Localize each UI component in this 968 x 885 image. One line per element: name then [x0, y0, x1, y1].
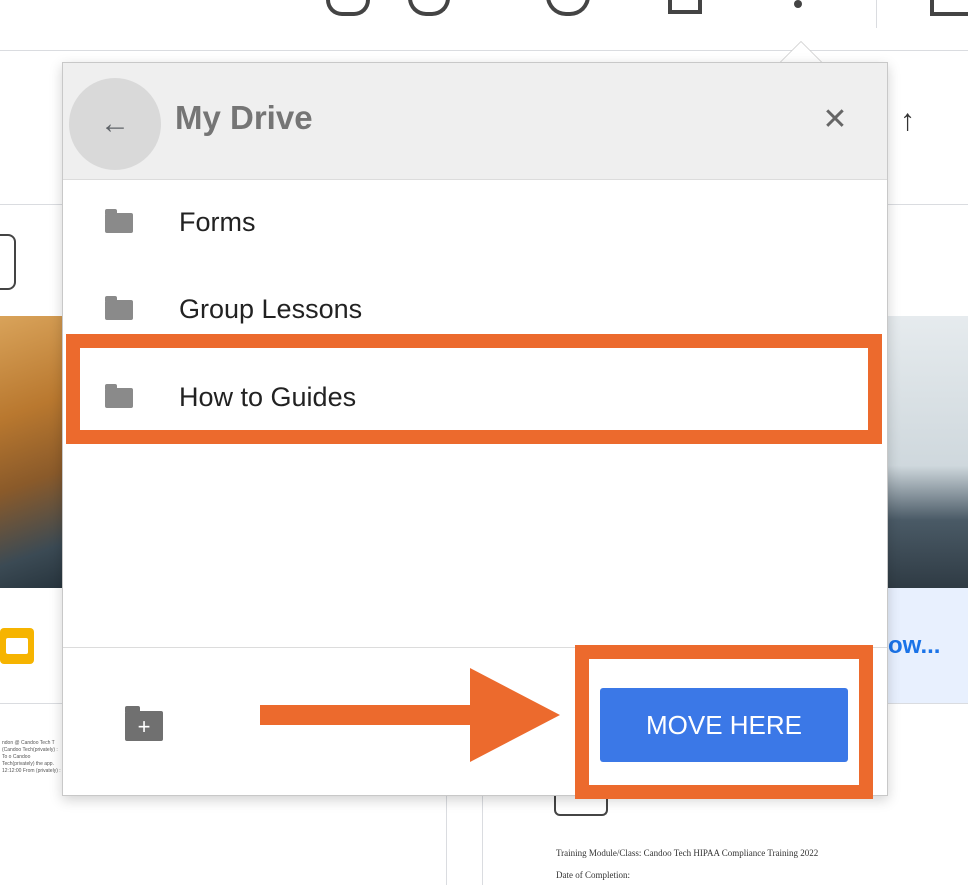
doc-preview-line2: Date of Completion: — [556, 870, 630, 880]
folder-icon — [105, 296, 133, 320]
trash-icon[interactable] — [668, 0, 702, 14]
folder-label: Group Lessons — [179, 294, 363, 324]
dialog-title: My Drive — [175, 99, 313, 136]
plus-icon: + — [137, 714, 151, 739]
slides-icon — [0, 628, 34, 664]
person-icon[interactable] — [408, 0, 450, 16]
annotation-arrow-head-icon — [470, 668, 560, 762]
close-icon: ✕ — [822, 102, 848, 136]
folder-icon — [105, 209, 133, 233]
card-title-right[interactable]: ow... — [888, 632, 940, 660]
highlight-box-folder — [66, 334, 882, 444]
link-icon[interactable] — [326, 0, 370, 16]
toolbar-divider — [876, 0, 877, 28]
dialog-pointer — [780, 41, 822, 62]
more-options-icon[interactable] — [794, 0, 802, 8]
doc-card-border-left — [446, 794, 447, 885]
close-button[interactable]: ✕ — [817, 101, 853, 137]
side-panel-icon[interactable] — [930, 0, 968, 16]
doc-preview-line1: Training Module/Class: Candoo Tech HIPAA… — [556, 848, 819, 858]
new-folder-icon[interactable]: + — [125, 706, 163, 741]
comment-icon — [0, 234, 16, 290]
highlight-box-button — [575, 645, 873, 799]
toolbar-bottom-border — [0, 50, 968, 51]
doc-card-border-right — [482, 794, 483, 885]
folder-item-forms[interactable]: Forms — [63, 183, 887, 265]
folder-label: Forms — [179, 207, 256, 237]
card-thumbnail-left[interactable] — [0, 316, 64, 588]
doc-preview-chat: ndon @ Candoo Tech T (Candoo Tech(privat… — [2, 740, 61, 774]
sort-arrow-up-icon[interactable]: ↑ — [900, 104, 915, 138]
back-arrow-icon: ← — [100, 107, 130, 140]
dialog-header: ← My Drive ✕ — [63, 63, 887, 180]
annotation-arrow-shaft — [260, 705, 482, 725]
back-button[interactable]: ← — [69, 78, 161, 170]
card-thumbnail-right[interactable] — [885, 316, 968, 588]
clock-icon[interactable] — [546, 0, 590, 16]
toolbar-icons-fragment — [320, 0, 840, 20]
